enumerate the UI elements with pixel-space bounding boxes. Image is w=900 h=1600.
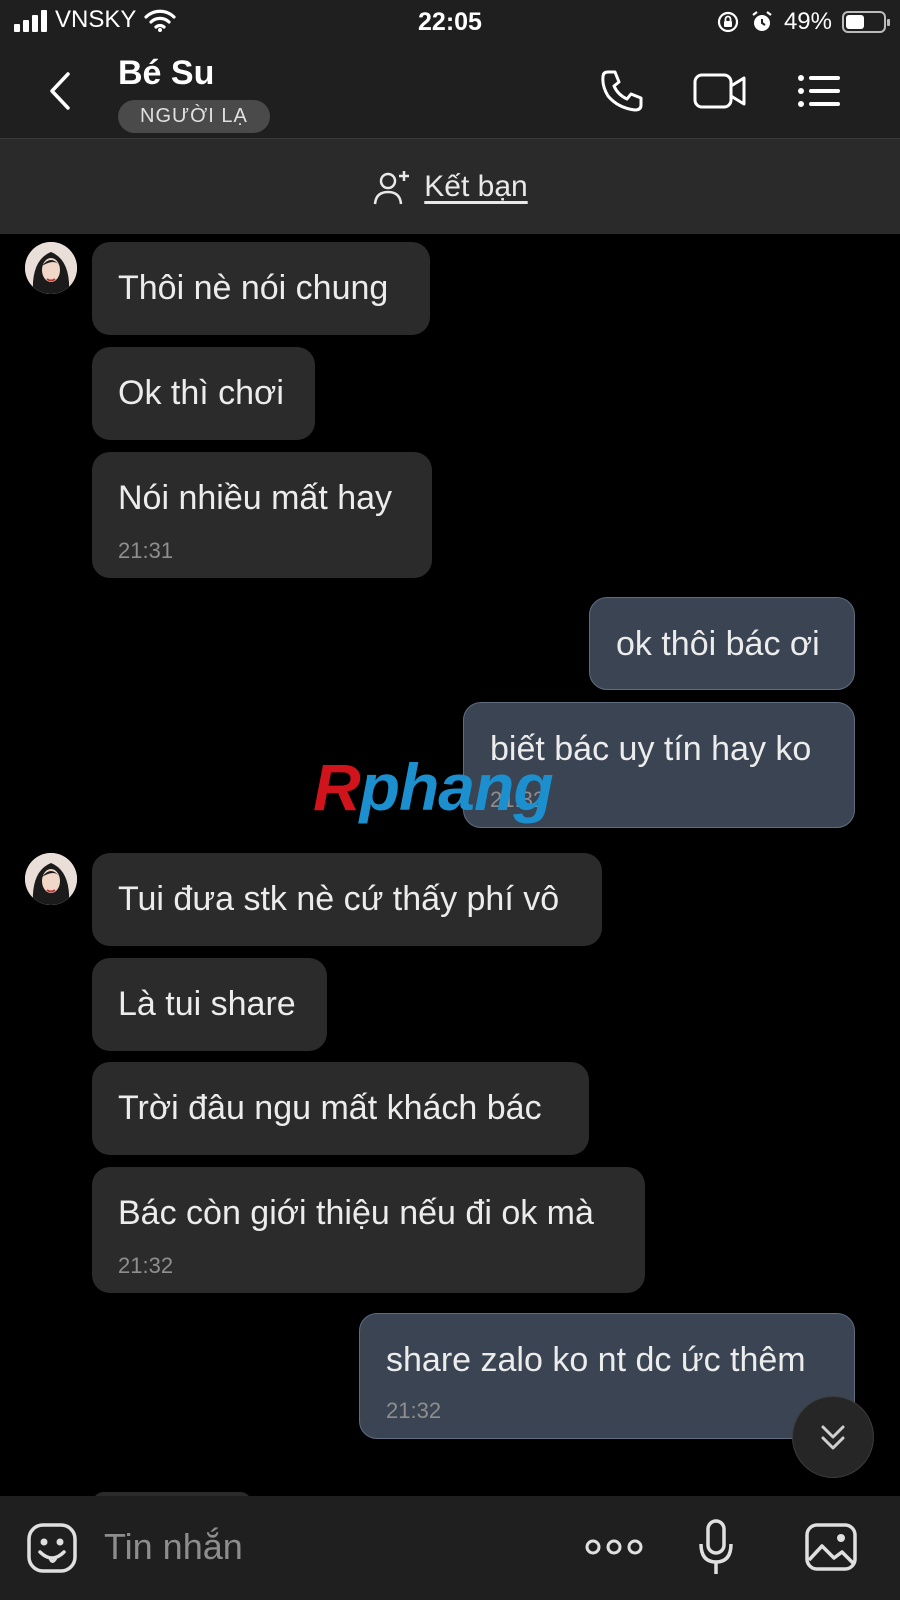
double-chevron-down-icon xyxy=(821,1425,845,1450)
message-bubble-outgoing[interactable]: share zalo ko nt dc ức thêm 21:32 xyxy=(359,1313,855,1439)
battery-percent: 49% xyxy=(783,8,832,35)
emoji-sticker-icon[interactable] xyxy=(26,1522,78,1574)
message-bubble-incoming[interactable]: Tui đưa stk nè cứ thấy phí vô xyxy=(92,853,602,946)
message-text: Tui đưa stk nè cứ thấy phí vô xyxy=(118,880,560,918)
more-options-icon[interactable] xyxy=(584,1534,644,1560)
message-bubble-outgoing[interactable]: ok thôi bác ơi xyxy=(589,597,855,690)
battery-icon xyxy=(842,11,890,33)
image-gallery-icon[interactable] xyxy=(804,1522,858,1572)
message-composer: Tin nhắn xyxy=(0,1496,900,1600)
message-bubble-incoming[interactable]: Ok thì chơi xyxy=(92,347,315,440)
contact-name[interactable]: Bé Su xyxy=(118,54,214,93)
message-bubble-incoming[interactable]: Nói nhiều mất hay 21:31 xyxy=(92,452,432,578)
video-call-icon[interactable] xyxy=(692,66,748,116)
add-friend-label[interactable]: Kết bạn xyxy=(424,170,527,204)
add-friend-bar[interactable]: Kết bạn xyxy=(0,139,900,234)
message-text: Bác còn giới thiệu nếu đi ok mà xyxy=(118,1194,594,1232)
scroll-to-bottom-button[interactable] xyxy=(792,1396,874,1478)
message-time: 21:31 xyxy=(118,538,174,563)
contact-avatar[interactable] xyxy=(25,853,77,905)
alarm-icon xyxy=(752,11,772,31)
microphone-icon[interactable] xyxy=(696,1518,736,1578)
message-text: Nói nhiều mất hay xyxy=(118,479,393,517)
message-bubble-incoming[interactable]: Thôi nè nói chung xyxy=(92,242,430,335)
message-bubble-incoming[interactable]: Bác còn giới thiệu nếu đi ok mà 21:32 xyxy=(92,1167,645,1293)
message-time: 21:32 xyxy=(386,1398,442,1423)
message-text: Thôi nè nói chung xyxy=(118,269,389,307)
phone-icon[interactable] xyxy=(596,66,648,116)
add-friend-icon xyxy=(374,170,410,204)
menu-icon[interactable] xyxy=(794,66,846,116)
message-text: share zalo ko nt dc ức thêm xyxy=(386,1341,806,1379)
stranger-badge: NGƯỜI LẠ xyxy=(118,100,270,133)
watermark-logo: Rphang xyxy=(313,750,554,824)
message-text: ok thôi bác ơi xyxy=(616,625,820,663)
contact-avatar[interactable] xyxy=(25,242,77,294)
message-text: Ok thì chơi xyxy=(118,374,284,412)
message-text: Là tui share xyxy=(118,985,296,1023)
back-arrow-icon[interactable] xyxy=(40,66,80,116)
message-text: Trời đâu ngu mất khách bác xyxy=(118,1089,542,1127)
status-bar: VNSKY 22:05 49% xyxy=(0,0,900,44)
chat-header: Bé Su NGƯỜI LẠ xyxy=(0,44,900,139)
message-bubble-incoming[interactable]: Là tui share xyxy=(92,958,327,1051)
rotation-lock-icon xyxy=(717,11,739,33)
message-input[interactable]: Tin nhắn xyxy=(104,1526,243,1568)
message-bubble-incoming[interactable]: Trời đâu ngu mất khách bác xyxy=(92,1062,589,1155)
message-time: 21:32 xyxy=(118,1253,174,1278)
